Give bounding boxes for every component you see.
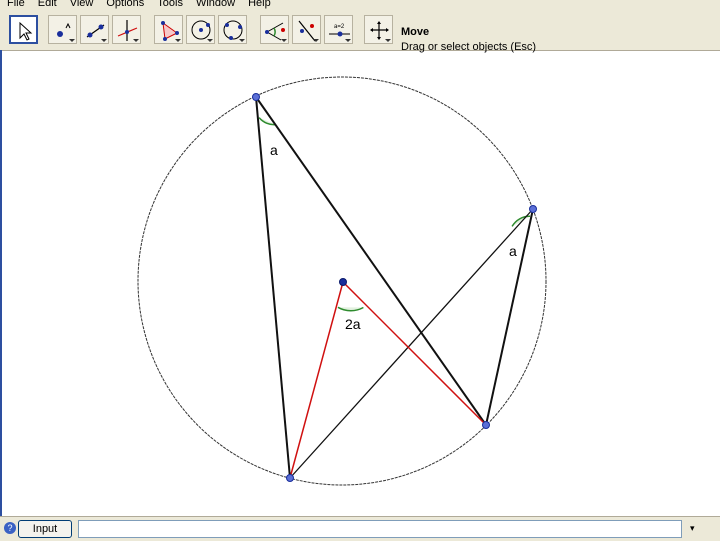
reflect-tool-button[interactable] — [292, 15, 321, 44]
point-bottom-right[interactable] — [482, 421, 490, 429]
menu-window[interactable]: Window — [196, 0, 235, 9]
point-center[interactable] — [339, 278, 347, 286]
angle-label-right[interactable]: a — [509, 243, 517, 259]
input-bar: ? Input ▾ — [0, 516, 720, 541]
circle-three-points-tool-button[interactable] — [218, 15, 247, 44]
input-dropdown-icon[interactable]: ▾ — [690, 523, 695, 534]
graphics-view[interactable]: a a 2a — [2, 51, 720, 516]
point-tool-button[interactable] — [48, 15, 77, 44]
slider-tool-button[interactable]: a=2 — [324, 15, 353, 44]
angle-label-center[interactable]: 2a — [345, 316, 361, 332]
menu-file[interactable]: File — [7, 0, 25, 9]
menu-view[interactable]: View — [70, 0, 94, 9]
toolbar: a=2 Move Drag or select objects (Esc) — [0, 10, 720, 53]
move-tool-button[interactable] — [9, 15, 38, 44]
move-arrow-icon — [19, 21, 33, 41]
point-top[interactable] — [252, 93, 260, 101]
polygon-tool-button[interactable] — [154, 15, 183, 44]
radius-to-bottom-right[interactable] — [342, 281, 487, 426]
menu-help[interactable]: Help — [248, 0, 271, 9]
line-tool-button[interactable] — [80, 15, 109, 44]
svg-text:a=2: a=2 — [334, 24, 345, 30]
input-field[interactable] — [78, 520, 682, 538]
menu-options[interactable]: Options — [106, 0, 144, 9]
chord-top-to-bottom-right[interactable] — [255, 96, 487, 426]
tool-mode-title: Move — [401, 26, 430, 38]
input-help-button[interactable]: Input — [18, 520, 72, 538]
perpendicular-line-tool-button[interactable] — [112, 15, 141, 44]
point-right[interactable] — [529, 205, 537, 213]
menu-bar: File Edit View Options Tools Window Help — [0, 0, 720, 10]
angle-tool-button[interactable] — [260, 15, 289, 44]
angle-label-top[interactable]: a — [270, 142, 278, 158]
menu-edit[interactable]: Edit — [38, 0, 57, 9]
menu-tools[interactable]: Tools — [157, 0, 183, 9]
chord-right-to-bottom-right[interactable] — [485, 208, 534, 426]
move-view-tool-button[interactable] — [364, 15, 393, 44]
central-angle-arc[interactable] — [337, 306, 364, 312]
help-icon[interactable]: ? — [4, 522, 16, 534]
circle-tool-button[interactable] — [186, 15, 215, 44]
point-bottom-left[interactable] — [286, 474, 294, 482]
